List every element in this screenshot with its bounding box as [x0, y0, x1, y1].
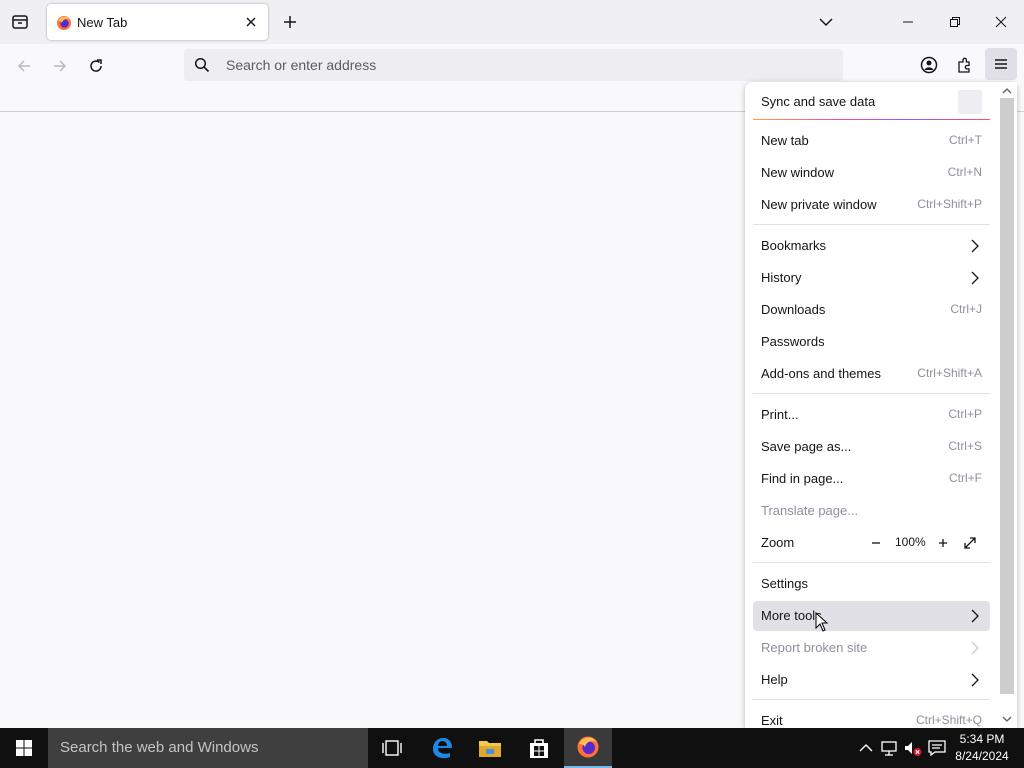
- menu-item-more-tools[interactable]: More tools: [753, 601, 990, 631]
- minimize-icon[interactable]: [890, 8, 926, 36]
- account-icon[interactable]: [916, 52, 942, 78]
- sync-row[interactable]: Sync and save data: [753, 86, 990, 118]
- tab-new-tab[interactable]: New Tab: [47, 4, 268, 40]
- maximize-icon[interactable]: [937, 8, 973, 36]
- zoom-level[interactable]: 100%: [895, 535, 926, 549]
- file-explorer-icon[interactable]: [466, 728, 514, 768]
- forward-icon[interactable]: [48, 54, 72, 78]
- address-input[interactable]: [226, 49, 786, 81]
- chevron-right-icon: [969, 640, 981, 656]
- menu-item-exit[interactable]: Exit Ctrl+Shift+Q: [753, 706, 990, 728]
- menu-item-bookmarks[interactable]: Bookmarks: [753, 231, 990, 261]
- zoom-in-icon[interactable]: [934, 534, 952, 552]
- chevron-right-icon: [969, 608, 981, 624]
- zoom-out-icon[interactable]: [867, 534, 885, 552]
- menu-item-new-tab[interactable]: New tab Ctrl+T: [753, 126, 990, 156]
- menu-item-print[interactable]: Print... Ctrl+P: [753, 400, 990, 430]
- scrollbar-thumb[interactable]: [1000, 98, 1014, 694]
- taskbar-search[interactable]: Search the web and Windows: [48, 728, 368, 768]
- store-icon[interactable]: [515, 728, 563, 768]
- menu-item-new-window[interactable]: New window Ctrl+N: [753, 158, 990, 188]
- network-icon[interactable]: [879, 738, 899, 758]
- menu-item-zoom: Zoom 100%: [753, 528, 990, 558]
- plus-icon[interactable]: [280, 12, 300, 32]
- hamburger-icon[interactable]: [985, 48, 1017, 80]
- tab-strip: New Tab: [0, 0, 1024, 44]
- edge-icon[interactable]: [418, 728, 466, 768]
- chevron-right-icon: [969, 270, 981, 286]
- menu-separator: [753, 393, 990, 394]
- reload-icon[interactable]: [84, 54, 108, 78]
- menu-item-passwords[interactable]: Passwords: [753, 327, 990, 357]
- menu-item-history[interactable]: History: [753, 263, 990, 293]
- chevron-up-icon[interactable]: [1001, 84, 1013, 96]
- clock-date[interactable]: 8/24/2024: [940, 749, 1024, 763]
- back-icon[interactable]: [12, 54, 36, 78]
- menu-item-help[interactable]: Help: [753, 665, 990, 695]
- volume-muted-icon[interactable]: [903, 738, 923, 758]
- chevron-down-icon[interactable]: [816, 12, 836, 32]
- menu-separator: [753, 224, 990, 225]
- menu-separator: [753, 562, 990, 563]
- menu-item-translate-page: Translate page...: [761, 503, 859, 518]
- sync-divider: [753, 119, 990, 120]
- taskbar: Search the web and Windows 5:34 PM 8/24/…: [0, 728, 1024, 768]
- menu-item-find-in-page[interactable]: Find in page... Ctrl+F: [753, 464, 990, 494]
- firefox-icon[interactable]: [564, 728, 612, 768]
- search-icon: [194, 57, 210, 73]
- menu-item-settings[interactable]: Settings: [753, 569, 990, 599]
- close-icon[interactable]: [983, 8, 1019, 36]
- fullscreen-icon[interactable]: [961, 534, 979, 552]
- firefox-view-icon[interactable]: [6, 8, 34, 36]
- url-bar[interactable]: [184, 49, 843, 81]
- chevron-right-icon: [969, 672, 981, 688]
- clock-time[interactable]: 5:34 PM: [940, 732, 1024, 746]
- close-icon[interactable]: [242, 13, 260, 31]
- extensions-icon[interactable]: [952, 52, 978, 78]
- menu-item-addons[interactable]: Add-ons and themes Ctrl+Shift+A: [753, 359, 990, 389]
- menu-item-new-private-window[interactable]: New private window Ctrl+Shift+P: [753, 190, 990, 220]
- mouse-cursor: [815, 611, 829, 632]
- chevron-right-icon: [969, 238, 981, 254]
- task-view-icon[interactable]: [368, 728, 416, 768]
- up-arrow-icon[interactable]: [856, 738, 876, 758]
- app-menu-panel: Sync and save data New tab Ctrl+T New win…: [745, 82, 1017, 728]
- menu-scrollbar[interactable]: [997, 82, 1017, 728]
- firefox-icon: [56, 15, 72, 31]
- menu-item-report-broken-site: Report broken site: [753, 633, 990, 663]
- chevron-down-icon[interactable]: [1001, 712, 1013, 724]
- sync-label: Sync and save data: [761, 94, 876, 109]
- tab-title: New Tab: [77, 15, 128, 30]
- taskbar-search-placeholder: Search the web and Windows: [60, 739, 259, 756]
- menu-item-save-page[interactable]: Save page as... Ctrl+S: [753, 432, 990, 462]
- menu-item-downloads[interactable]: Downloads Ctrl+J: [753, 295, 990, 325]
- menu-separator: [753, 699, 990, 700]
- windows-logo-icon[interactable]: [0, 728, 48, 768]
- sync-avatar[interactable]: [958, 90, 982, 114]
